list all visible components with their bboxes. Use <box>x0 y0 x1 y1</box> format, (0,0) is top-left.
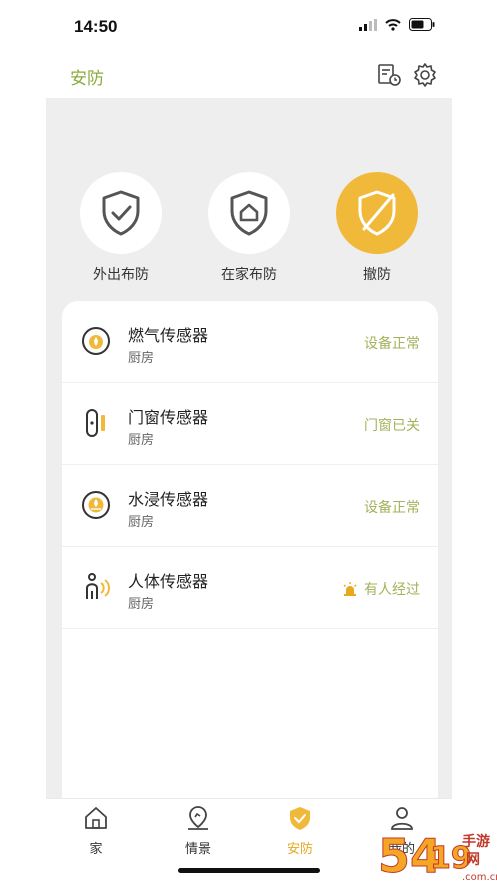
tab-security-label: 安防 <box>286 841 313 856</box>
device-status: 有人经过 <box>342 579 420 599</box>
tab-scene[interactable]: 情景 <box>168 805 228 857</box>
security-icon <box>290 807 310 830</box>
home-indicator <box>178 868 320 873</box>
device-status: 门窗已关 <box>364 417 420 433</box>
device-row-motion[interactable]: 人体传感器 厨房 有人经过 <box>62 547 438 629</box>
alarm-siren-icon <box>343 582 357 596</box>
tab-security[interactable]: 安防 <box>270 805 330 857</box>
device-room: 厨房 <box>128 350 155 365</box>
battery-icon <box>409 18 435 31</box>
device-name: 燃气传感器 <box>128 328 209 345</box>
device-row-gas[interactable]: 燃气传感器 厨房 设备正常 <box>62 301 438 383</box>
status-time: 14:50 <box>74 17 118 36</box>
svg-text:手游: 手游 <box>462 833 490 850</box>
home-icon <box>85 807 107 829</box>
shield-check-icon <box>102 190 140 236</box>
svg-text:网: 网 <box>466 852 480 868</box>
mode-away-arm[interactable]: 外出布防 <box>76 172 166 284</box>
mode-disarm-label: 撤防 <box>363 266 391 282</box>
device-name: 人体传感器 <box>128 574 209 591</box>
device-room: 厨房 <box>128 596 155 611</box>
svg-text:.com.cn: .com.cn <box>462 872 497 883</box>
device-name: 门窗传感器 <box>128 410 209 427</box>
settings-gear-icon[interactable] <box>412 62 438 88</box>
gas-sensor-icon <box>82 327 110 355</box>
scene-icon <box>188 806 208 830</box>
mode-home-circle[interactable] <box>208 172 290 254</box>
shield-home-icon <box>230 190 268 236</box>
device-row-door[interactable]: 门窗传感器 厨房 门窗已关 <box>62 383 438 465</box>
tab-home-label: 家 <box>89 841 103 856</box>
mode-disarm-circle[interactable] <box>336 172 418 254</box>
tab-scene-label: 情景 <box>184 841 211 856</box>
device-row-water[interactable]: 水浸传感器 厨房 设备正常 <box>62 465 438 547</box>
water-sensor-icon <box>82 491 110 519</box>
signal-icon <box>359 18 377 31</box>
door-sensor-icon <box>86 409 105 437</box>
wifi-icon <box>385 18 401 31</box>
device-name: 水浸传感器 <box>128 492 209 509</box>
motion-sensor-icon <box>86 573 110 599</box>
status-bar: 14:50 <box>0 0 497 52</box>
security-panel: 外出布防 在家布防 撤防 燃气传感器 厨房 设备正常 门窗传感器 厨房 门窗已关… <box>46 98 452 883</box>
device-status: 设备正常 <box>364 335 420 351</box>
mode-away-circle[interactable] <box>80 172 162 254</box>
tab-home[interactable]: 家 <box>66 805 126 857</box>
watermark-logo: 54 19 手游 网 .com.cn <box>378 829 497 883</box>
app-header: 安防 <box>46 52 452 98</box>
log-history-icon[interactable] <box>376 62 402 88</box>
device-room: 厨房 <box>128 432 155 447</box>
mode-home-arm[interactable]: 在家布防 <box>204 172 294 284</box>
shield-off-icon <box>358 190 396 236</box>
mode-away-label: 外出布防 <box>93 266 149 282</box>
page-title: 安防 <box>70 69 104 88</box>
mode-disarm[interactable]: 撤防 <box>332 172 422 284</box>
mode-home-label: 在家布防 <box>221 266 277 282</box>
device-room: 厨房 <box>128 514 155 529</box>
status-icons <box>359 18 435 31</box>
device-list: 燃气传感器 厨房 设备正常 门窗传感器 厨房 门窗已关 水浸传感器 厨房 设备正… <box>62 301 438 883</box>
device-status: 设备正常 <box>364 499 420 515</box>
